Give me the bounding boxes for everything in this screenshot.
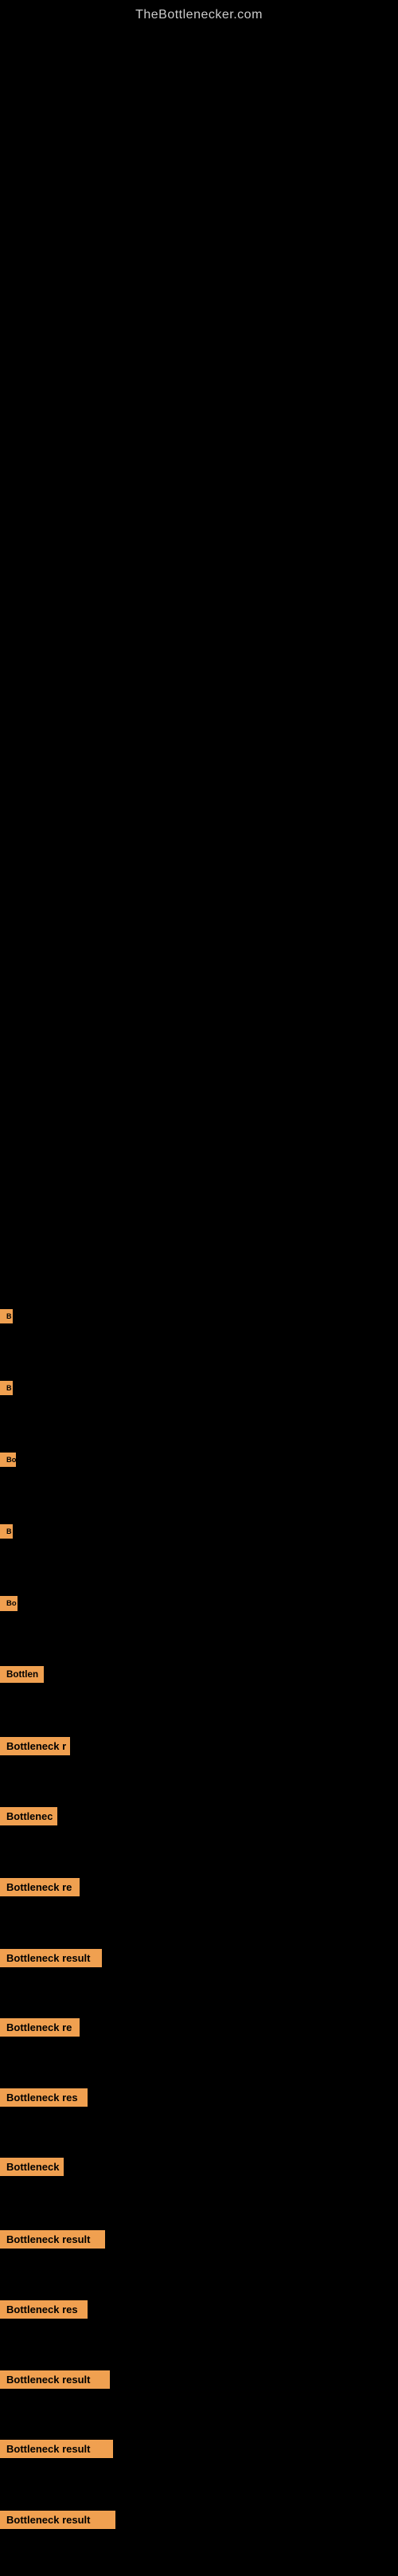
list-item: Bottleneck result <box>0 2370 110 2393</box>
list-item: Bottleneck r <box>0 1737 70 1759</box>
bottleneck-label: Bottlenec <box>0 1807 57 1825</box>
bottleneck-label: Bottleneck res <box>0 2300 88 2319</box>
site-title: TheBottlenecker.com <box>0 0 398 26</box>
list-item: Bo <box>0 1596 18 1615</box>
list-item: Bottleneck re <box>0 1878 80 1900</box>
bottleneck-label: Bottleneck re <box>0 1878 80 1896</box>
list-item: Bottleneck res <box>0 2088 88 2111</box>
bottleneck-label: Bottleneck result <box>0 1949 102 1967</box>
bottleneck-label: Bo <box>0 1453 16 1467</box>
list-item: Bottlenec <box>0 1807 57 1829</box>
bottleneck-label: Bottleneck result <box>0 2440 113 2458</box>
bottleneck-label: Bottleneck re <box>0 2018 80 2037</box>
bottleneck-label: Bottleneck <box>0 2158 64 2176</box>
list-item: Bottleneck result <box>0 1949 102 1971</box>
list-item: Bottleneck result <box>0 2440 113 2462</box>
bottleneck-label: B <box>0 1381 13 1395</box>
list-item: Bottlen <box>0 1666 44 1687</box>
list-item: Bottleneck <box>0 2158 64 2180</box>
bottleneck-label: Bottleneck res <box>0 2088 88 2107</box>
list-item: Bottleneck result <box>0 2230 105 2253</box>
bottleneck-label: B <box>0 1524 13 1539</box>
list-item: B <box>0 1381 13 1399</box>
list-item: B <box>0 1309 13 1327</box>
list-item: B <box>0 1524 13 1543</box>
bottleneck-label: Bo <box>0 1596 18 1611</box>
bottleneck-label: Bottlen <box>0 1666 44 1683</box>
list-item: Bottleneck res <box>0 2300 88 2323</box>
bottleneck-label: Bottleneck r <box>0 1737 70 1755</box>
bottleneck-label: Bottleneck result <box>0 2511 115 2529</box>
content-area: B B Bo B Bo Bottlen Bottleneck r Bottlenec Bottl… <box>0 26 398 2576</box>
bottleneck-label: Bottleneck result <box>0 2370 110 2389</box>
list-item: Bottleneck result <box>0 2511 115 2533</box>
bottleneck-label: Bottleneck result <box>0 2230 105 2249</box>
list-item: Bottleneck re <box>0 2018 80 2041</box>
bottleneck-label: B <box>0 1309 13 1323</box>
list-item: Bo <box>0 1453 16 1471</box>
